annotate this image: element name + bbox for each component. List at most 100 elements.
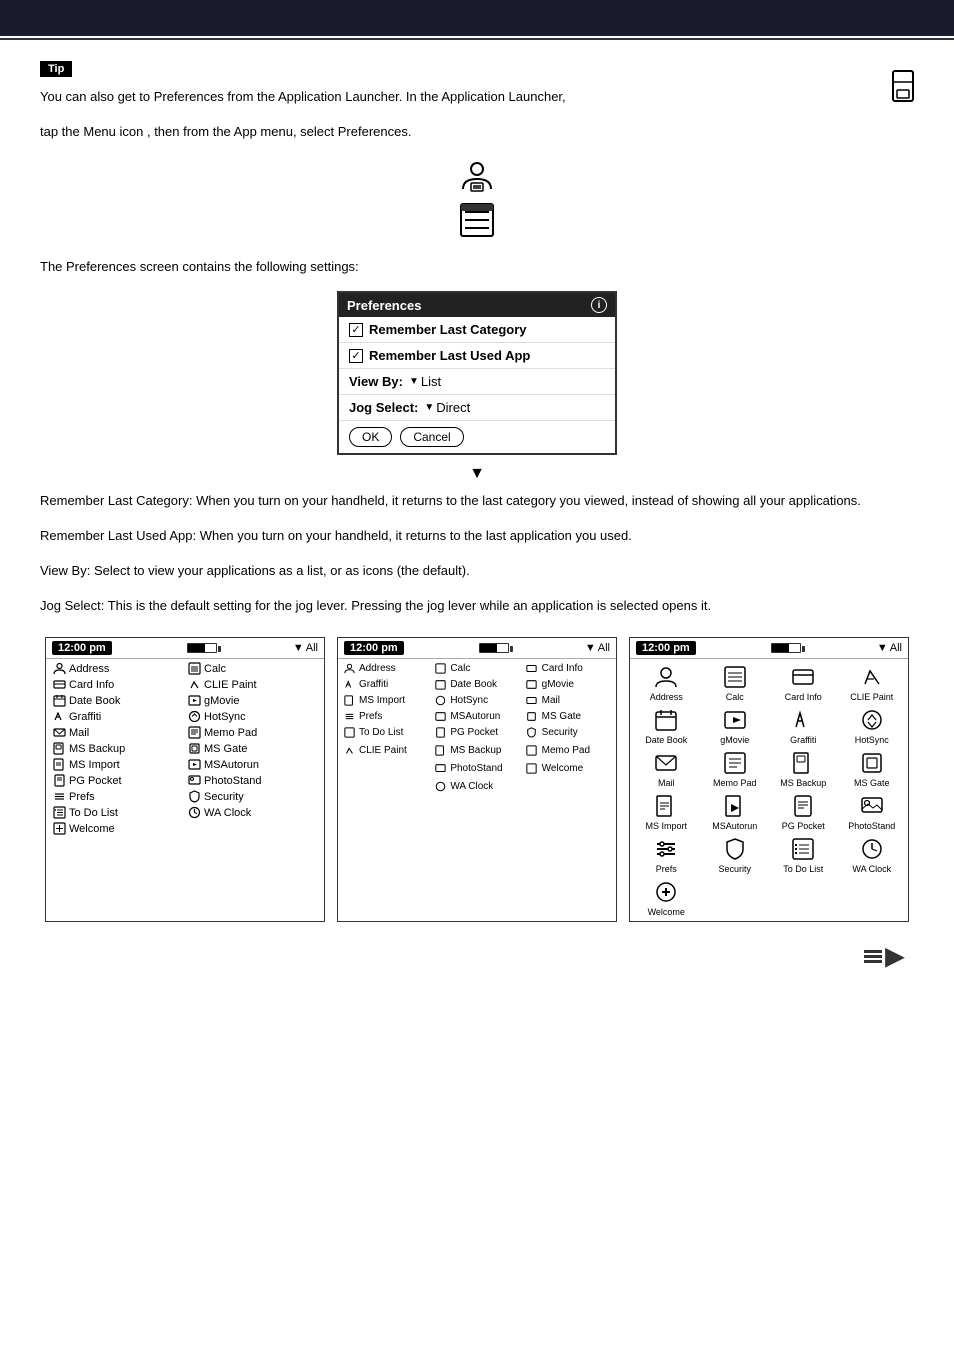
list-item[interactable]: Address (50, 661, 185, 677)
list-item[interactable]: WA Clock (185, 805, 320, 821)
security-icon2 (525, 726, 539, 740)
list-item[interactable]: Memo Pad (185, 725, 320, 741)
prefs-ok-button[interactable]: OK (349, 427, 392, 447)
screen2-app-list: Address Graffiti MS Import Prefs (338, 659, 616, 743)
list-item[interactable]: MS Import (340, 693, 431, 709)
msimport-grid-icon (652, 792, 680, 820)
list-item[interactable]: WA Clock (431, 779, 522, 795)
list-item[interactable]: Security (523, 725, 614, 741)
list-item[interactable]: CLIE Paint (185, 677, 320, 693)
list-item[interactable]: MS Gate (185, 741, 320, 757)
list-item[interactable]: Prefs (50, 789, 185, 805)
list-item[interactable]: PG Pocket (431, 725, 522, 741)
icon-grid-item[interactable]: PG Pocket (771, 792, 836, 831)
icon-grid-item[interactable]: Prefs (634, 835, 699, 874)
icon-grid-item[interactable]: Graffiti (771, 706, 836, 745)
mail-grid-icon (652, 749, 680, 777)
welcome-icon2 (525, 762, 539, 776)
list-item[interactable]: Date Book (50, 693, 185, 709)
list-item[interactable]: PG Pocket (50, 773, 185, 789)
screen3-header: 12:00 pm ▼ All (630, 638, 908, 659)
icon-grid-item[interactable]: Memo Pad (703, 749, 768, 788)
list-item[interactable]: Calc (185, 661, 320, 677)
welcome-grid-icon (652, 878, 680, 906)
icon-grid-item[interactable]: CLIE Paint (840, 663, 905, 702)
icon-grid-item[interactable]: Mail (634, 749, 699, 788)
prefs-cancel-button[interactable]: Cancel (400, 427, 463, 447)
icon-grid-item[interactable]: Calc (703, 663, 768, 702)
list-item[interactable]: To Do List (50, 805, 185, 821)
msautorun-icon (187, 758, 201, 772)
datebook-icon2 (433, 678, 447, 692)
icon-grid-item[interactable]: Welcome (634, 878, 699, 917)
screen3-battery (767, 643, 805, 653)
list-item[interactable]: MS Backup (50, 741, 185, 757)
icon-grid-item[interactable]: WA Clock (840, 835, 905, 874)
viewby-dropdown[interactable]: ▼ List (409, 374, 441, 389)
page-line (864, 950, 882, 953)
icon-grid-item[interactable]: PhotoStand (840, 792, 905, 831)
list-item[interactable]: MS Gate (523, 709, 614, 725)
list-item[interactable]: gMovie (523, 677, 614, 693)
icon-grid-item[interactable]: HotSync (840, 706, 905, 745)
icon-grid-item[interactable]: MS Gate (840, 749, 905, 788)
msgate-icon2 (525, 710, 539, 724)
hotsync-icon (187, 710, 201, 724)
screen3-category[interactable]: ▼ All (877, 642, 902, 654)
list-item[interactable]: CLIE Paint (340, 743, 431, 759)
icon-grid-item[interactable]: Address (634, 663, 699, 702)
gmovie-grid-icon (721, 706, 749, 734)
app-screen-icons: 12:00 pm ▼ All Address (629, 637, 909, 922)
icon-grid-item[interactable]: gMovie (703, 706, 768, 745)
icon-grid-item[interactable]: MS Import (634, 792, 699, 831)
list-item[interactable]: Graffiti (50, 709, 185, 725)
msbackup-icon (52, 742, 66, 756)
info-icon: i (591, 297, 607, 313)
list-item[interactable]: PhotoStand (185, 773, 320, 789)
page-line (864, 955, 882, 958)
list-item[interactable]: Mail (50, 725, 185, 741)
list-item[interactable]: gMovie (185, 693, 320, 709)
msautorun-icon2 (433, 710, 447, 724)
list-item[interactable]: Calc (431, 661, 522, 677)
list-item[interactable]: Prefs (340, 709, 431, 725)
list-item[interactable]: Welcome (523, 761, 614, 777)
jogselect-dropdown[interactable]: ▼ Direct (424, 400, 470, 415)
list-item[interactable]: Graffiti (340, 677, 431, 693)
checkbox-remember-category[interactable]: ✓ (349, 323, 363, 337)
list-item[interactable]: To Do List (340, 725, 431, 741)
screen2-time: 12:00 pm (344, 641, 404, 655)
list-item[interactable]: Memo Pad (523, 743, 614, 759)
icon-grid-item[interactable]: Card Info (771, 663, 836, 702)
icon-grid-item[interactable]: MSAutorun (703, 792, 768, 831)
list-item[interactable]: Card Info (523, 661, 614, 677)
todolist-grid-icon (789, 835, 817, 863)
list-item[interactable]: MSAutorun (185, 757, 320, 773)
checkbox-remember-app[interactable]: ✓ (349, 349, 363, 363)
list-item[interactable]: MS Backup (431, 743, 522, 759)
memopad-icon (187, 726, 201, 740)
next-page-arrow[interactable]: ▶ (886, 942, 904, 971)
address-grid-icon (652, 663, 680, 691)
icon-grid-item[interactable]: Date Book (634, 706, 699, 745)
screen1-category[interactable]: ▼ All (293, 642, 318, 654)
list-item[interactable]: Address (340, 661, 431, 677)
list-item[interactable]: Mail (523, 693, 614, 709)
list-item[interactable]: Welcome (50, 821, 185, 837)
list-item[interactable]: Security (185, 789, 320, 805)
icon-grid-item[interactable]: To Do List (771, 835, 836, 874)
viewby-arrow: ▼ (409, 376, 419, 387)
screen2-category[interactable]: ▼ All (585, 642, 610, 654)
icon-grid-item-security[interactable]: Security (703, 835, 768, 874)
list-item[interactable]: MSAutorun (431, 709, 522, 725)
icon-grid-item[interactable]: MS Backup (771, 749, 836, 788)
remember-category-label: Remember Last Category (369, 322, 527, 337)
jogselect-label: Jog Select: (349, 400, 418, 415)
list-item[interactable]: Date Book (431, 677, 522, 693)
list-item[interactable]: MS Import (50, 757, 185, 773)
list-item[interactable]: HotSync (185, 709, 320, 725)
list-item[interactable]: PhotoStand (431, 761, 522, 777)
list-item[interactable]: Card Info (50, 677, 185, 693)
page-line (864, 960, 882, 963)
list-item[interactable]: HotSync (431, 693, 522, 709)
